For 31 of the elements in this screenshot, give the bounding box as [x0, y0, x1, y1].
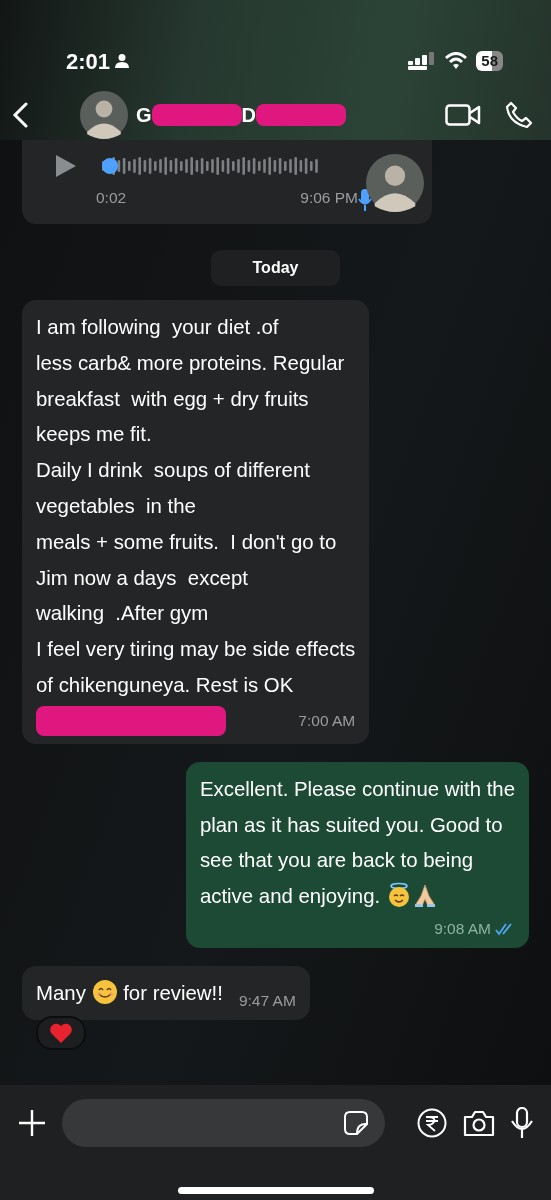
- signal-icon: [408, 52, 437, 70]
- phone-icon[interactable]: [505, 101, 533, 129]
- smiling-face-icon: [91, 979, 118, 1006]
- message-time: 9:06 PM: [300, 188, 358, 208]
- message-input-field[interactable]: [62, 1099, 385, 1147]
- voice-duration: 0:02: [96, 188, 127, 208]
- wifi-icon: [444, 52, 469, 70]
- message-text: Excellent. Please continue with the plan as it has suited you. Good to see that you are back to being active and enjoying.: [199, 776, 515, 911]
- read-ticks-icon: [495, 921, 515, 936]
- play-icon[interactable]: [54, 154, 78, 178]
- status-time: 2:01: [66, 47, 111, 76]
- date-chip: Today: [210, 250, 341, 286]
- video-call-icon[interactable]: [445, 104, 481, 126]
- message-time: 7:00 AM: [298, 711, 356, 732]
- rupee-icon[interactable]: [417, 1108, 447, 1138]
- avatar-icon: [80, 91, 128, 139]
- message-text: I am following your diet .of less carb& more proteins. Regular breakfast with egg + dry fruits keeps me fit. Daily I drink soups of different vegetables in the meals + some fruits. I don't go to Jim now a days except walking .After gym I feel very tiring may be side effects of chikenguneya. Rest is OK: [36, 315, 356, 698]
- heart-icon: [49, 1022, 73, 1044]
- sticker-icon[interactable]: [343, 1110, 369, 1136]
- contact-name-initial: D: [241, 103, 256, 128]
- message-text: Many for review!!: [36, 976, 223, 1012]
- microphone-icon[interactable]: [511, 1107, 533, 1139]
- plus-icon[interactable]: [18, 1109, 46, 1137]
- person-icon: [114, 53, 131, 69]
- camera-icon[interactable]: [463, 1109, 495, 1137]
- message-time: 9:08 AM: [434, 918, 491, 939]
- battery-icon: 58: [476, 51, 503, 71]
- contact-name-initial: G: [136, 103, 152, 128]
- avatar-icon: [366, 154, 424, 212]
- progress-thumb[interactable]: [102, 158, 118, 174]
- message-time: 9:47 AM: [238, 990, 296, 1011]
